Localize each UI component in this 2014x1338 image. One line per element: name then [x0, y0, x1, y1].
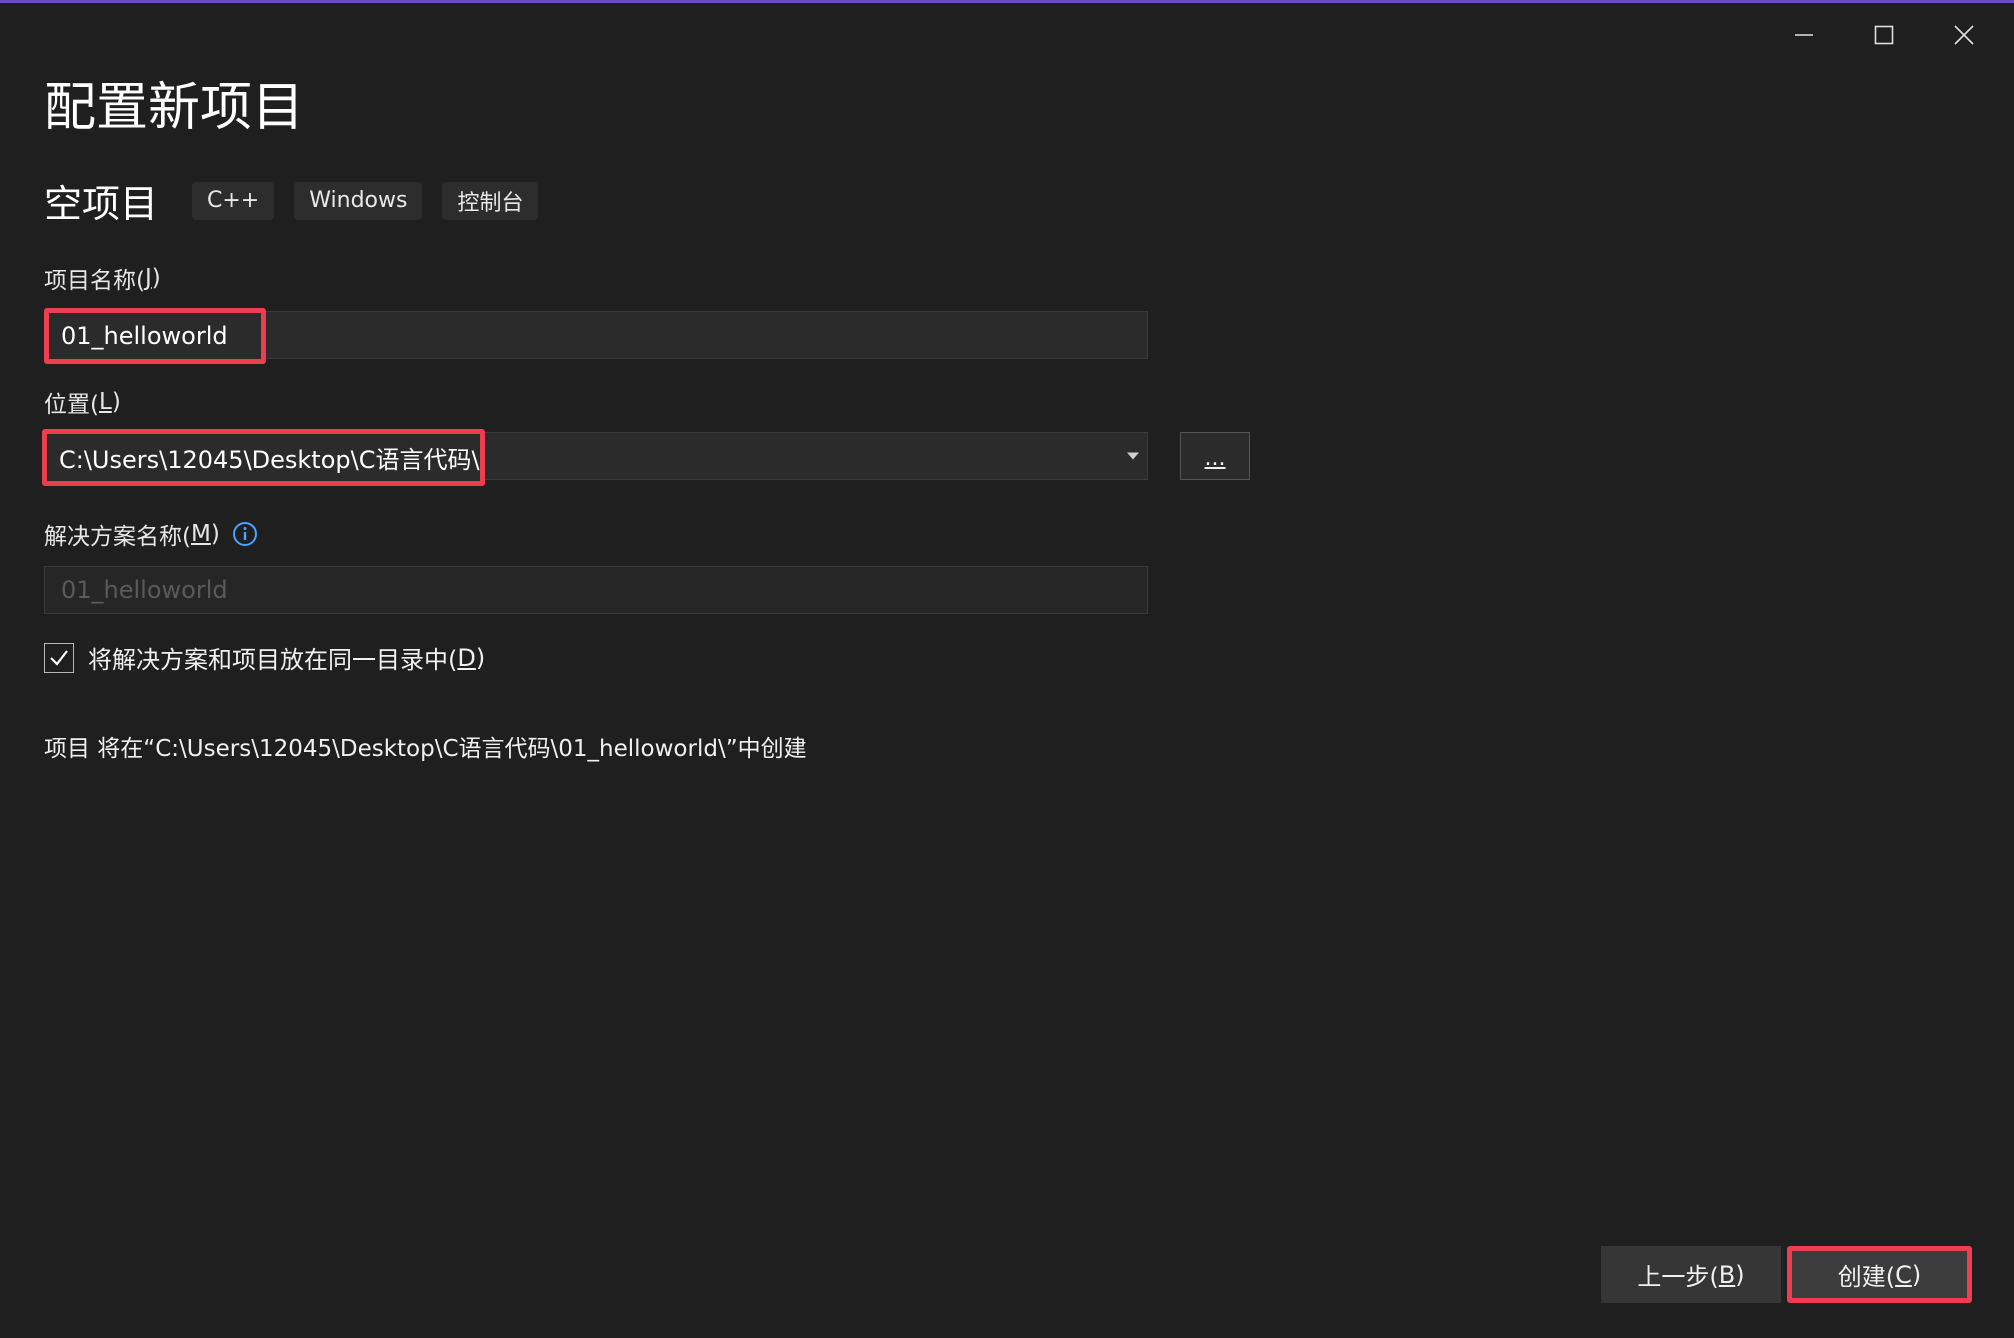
solution-name-label: 解决方案名称(M) [44, 517, 258, 551]
creation-path-summary: 项目 将在“C:\Users\12045\Desktop\C语言代码\01_he… [44, 736, 807, 762]
tag-language: C++ [192, 181, 275, 220]
minimize-button[interactable] [1764, 13, 1844, 57]
solution-name-label-text: 解决方案名称( [44, 524, 191, 550]
create-label-end: ) [1911, 1260, 1922, 1289]
location-label-text: 位置( [44, 392, 99, 418]
project-name-label-text: 项目名称( [44, 268, 145, 294]
minimize-icon [1795, 34, 1813, 36]
window-controls [1764, 13, 2004, 57]
same-directory-option[interactable]: 将解决方案和项目放在同一目录中(D) [44, 640, 485, 675]
solution-name-label-end: ) [210, 521, 220, 547]
project-name-label-end: ) [151, 265, 161, 291]
location-label: 位置(L) [44, 385, 121, 419]
maximize-button[interactable] [1844, 13, 1924, 57]
browse-label: ... [1204, 446, 1226, 471]
same-directory-label-end: ) [475, 643, 486, 672]
project-name-value: 01_helloworld [61, 322, 228, 350]
tag-project-type: 控制台 [442, 181, 539, 220]
maximize-icon [1874, 25, 1894, 45]
project-name-input[interactable]: 01_helloworld [44, 308, 266, 364]
back-label-end: ) [1735, 1260, 1745, 1289]
project-name-accesskey: J [144, 265, 152, 291]
back-label: 上一步( [1637, 1263, 1719, 1291]
solution-name-input: 01_helloworld [44, 566, 1148, 614]
template-header: 空项目 C++ Windows 控制台 [44, 173, 558, 228]
create-label: 创建( [1837, 1263, 1896, 1291]
browse-button[interactable]: ... [1180, 432, 1250, 480]
project-name-label: 项目名称(J) [44, 261, 161, 295]
configure-project-window: 配置新项目 空项目 C++ Windows 控制台 项目名称(J) 01_hel… [0, 0, 2014, 1338]
solution-name-accesskey: M [190, 521, 211, 547]
info-icon[interactable] [232, 521, 258, 547]
create-button[interactable]: 创建(C) [1787, 1246, 1972, 1303]
back-button[interactable]: 上一步(B) [1601, 1246, 1781, 1303]
tag-platform: Windows [294, 181, 423, 220]
location-label-end: ) [111, 389, 121, 415]
solution-name-value: 01_helloworld [61, 576, 228, 604]
dropdown-arrow-icon[interactable] [1127, 452, 1139, 460]
create-accesskey: C [1895, 1260, 1912, 1289]
same-directory-accesskey: D [457, 643, 476, 672]
template-name: 空项目 [44, 182, 159, 226]
checkmark-icon [50, 649, 68, 666]
location-input[interactable]: C:\Users\12045\Desktop\C语言代码\ [42, 429, 485, 486]
page-title: 配置新项目 [44, 78, 305, 138]
close-icon [1954, 25, 1974, 45]
back-accesskey: B [1718, 1260, 1736, 1289]
same-directory-label: 将解决方案和项目放在同一目录中( [88, 646, 458, 674]
same-directory-checkbox[interactable] [44, 642, 74, 673]
close-button[interactable] [1924, 13, 2004, 57]
location-value: C:\Users\12045\Desktop\C语言代码\ [59, 446, 480, 474]
location-accesskey: L [98, 389, 112, 415]
